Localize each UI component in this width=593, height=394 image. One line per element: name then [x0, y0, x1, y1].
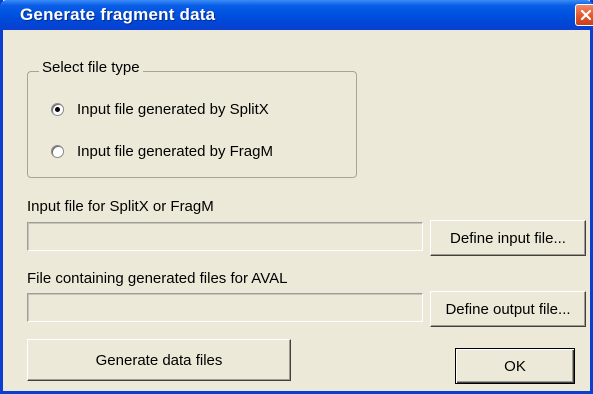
output-file-label: File containing generated files for AVAL	[27, 270, 288, 287]
radio-splitx[interactable]: Input file generated by SplitX	[51, 101, 269, 118]
close-button[interactable]	[575, 4, 593, 26]
file-type-legend: Select file type	[39, 59, 143, 76]
title-bar[interactable]: Generate fragment data	[0, 0, 593, 30]
radio-label-fragm: Input file generated by FragM	[77, 143, 273, 160]
input-file-field[interactable]	[27, 222, 423, 251]
radio-fragm[interactable]: Input file generated by FragM	[51, 143, 273, 160]
input-file-label: Input file for SplitX or FragM	[27, 198, 214, 215]
dialog-window: Generate fragment data Select file type …	[0, 0, 593, 394]
close-icon	[580, 9, 592, 21]
radio-label-splitx: Input file generated by SplitX	[77, 101, 269, 118]
file-type-groupbox	[27, 71, 357, 178]
define-output-file-button[interactable]: Define output file...	[430, 291, 586, 327]
ok-button[interactable]: OK	[455, 348, 575, 384]
output-file-field[interactable]	[27, 293, 423, 322]
radio-button-fragm[interactable]	[51, 145, 64, 158]
radio-button-splitx[interactable]	[51, 103, 64, 116]
window-title: Generate fragment data	[20, 5, 216, 24]
define-input-file-button[interactable]: Define input file...	[430, 220, 586, 256]
generate-data-files-button[interactable]: Generate data files	[27, 339, 291, 381]
